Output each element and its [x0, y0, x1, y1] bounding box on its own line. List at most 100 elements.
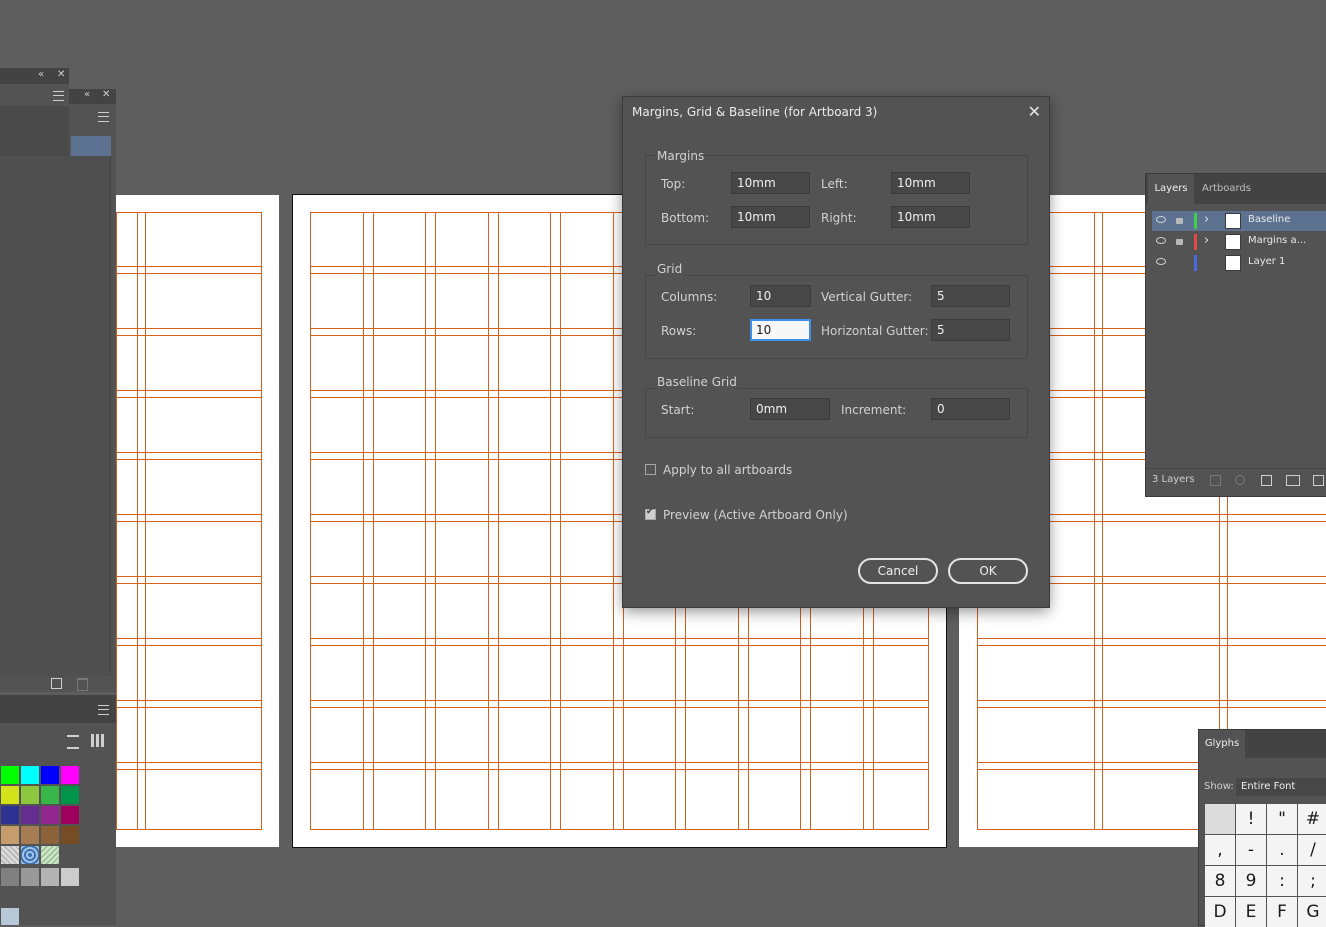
dialog-close-icon[interactable]: ✕ [1028, 102, 1041, 121]
glyph-cell[interactable]: F [1267, 897, 1297, 927]
swatch[interactable] [61, 826, 79, 844]
swatch[interactable] [41, 868, 59, 886]
new-layer-icon[interactable] [1313, 475, 1324, 486]
swatch[interactable] [61, 766, 79, 784]
left-panel-body [0, 156, 116, 692]
swatch[interactable] [61, 806, 79, 824]
list-icon[interactable] [67, 735, 79, 749]
visibility-eye-icon[interactable] [1156, 258, 1166, 265]
layer-name: Margins a... [1248, 235, 1307, 246]
swatch[interactable] [61, 786, 79, 804]
lock-icon[interactable] [1176, 239, 1183, 245]
apply-all-artboards-label[interactable]: Apply to all artboards [663, 463, 792, 477]
layer-name: Layer 1 [1248, 256, 1286, 267]
left-margin-input[interactable]: 10mm [891, 172, 970, 194]
layer-thumbnail [1225, 213, 1241, 229]
swatch[interactable] [41, 786, 59, 804]
swatch[interactable] [41, 806, 59, 824]
glyph-cell[interactable]: G [1298, 897, 1326, 927]
glyph-cell[interactable]: 9 [1236, 866, 1266, 896]
export-icon[interactable] [1210, 475, 1221, 486]
baseline-start-input[interactable]: 0mm [750, 398, 830, 420]
glyph-cell[interactable]: " [1267, 804, 1297, 834]
lock-icon[interactable] [1176, 218, 1183, 224]
swatch-light-blue[interactable] [1, 908, 19, 925]
trash-icon[interactable] [77, 678, 88, 691]
apply-all-artboards-checkbox[interactable] [645, 464, 656, 475]
layer-row[interactable]: › Baseline [1152, 211, 1326, 231]
glyph-cell[interactable]: : [1267, 866, 1297, 896]
collapse-icon[interactable]: « [84, 89, 90, 100]
layer-row[interactable]: Layer 1 [1152, 253, 1326, 273]
swatch[interactable] [21, 846, 39, 864]
top-margin-input[interactable]: 10mm [731, 172, 810, 194]
glyph-cell[interactable]: - [1236, 835, 1266, 865]
glyph-cell[interactable] [1205, 804, 1235, 834]
preview-label[interactable]: Preview (Active Artboard Only) [663, 508, 848, 522]
left-panel-1 [0, 84, 69, 156]
swatch[interactable] [41, 846, 59, 864]
cancel-button[interactable]: Cancel [858, 558, 938, 584]
swatch[interactable] [1, 846, 19, 864]
search-icon[interactable] [1235, 475, 1245, 485]
glyph-cell[interactable]: E [1236, 897, 1266, 927]
swatch[interactable] [21, 766, 39, 784]
bottom-margin-input[interactable]: 10mm [731, 206, 810, 228]
glyph-cell[interactable]: ; [1298, 866, 1326, 896]
visibility-eye-icon[interactable] [1156, 216, 1166, 223]
swatch[interactable] [1, 786, 19, 804]
visibility-eye-icon[interactable] [1156, 237, 1166, 244]
rows-input[interactable]: 10 [750, 319, 811, 341]
left-label: Left: [821, 177, 848, 191]
swatch[interactable] [1, 826, 19, 844]
swatch[interactable] [21, 826, 39, 844]
show-select[interactable]: Entire Font [1236, 778, 1326, 796]
swatch[interactable] [21, 786, 39, 804]
artboard-left [116, 195, 279, 847]
glyph-cell[interactable]: D [1205, 897, 1235, 927]
swatch[interactable] [1, 806, 19, 824]
expand-chevron-icon[interactable]: › [1204, 212, 1209, 227]
rows-label: Rows: [661, 324, 697, 338]
glyph-cell[interactable]: ! [1236, 804, 1266, 834]
swatch[interactable] [1, 868, 19, 886]
horizontal-gutter-input[interactable]: 5 [931, 319, 1010, 341]
glyph-cell[interactable]: / [1298, 835, 1326, 865]
artboard-left-guides [116, 212, 262, 830]
swatch[interactable] [21, 868, 39, 886]
panel-menu-icon[interactable] [53, 91, 64, 101]
columns-input[interactable]: 10 [750, 285, 811, 307]
ok-button[interactable]: OK [948, 558, 1028, 584]
new-icon[interactable] [51, 678, 62, 689]
close-icon[interactable]: ✕ [57, 69, 65, 80]
layer-row[interactable]: › Margins a... [1152, 232, 1326, 252]
close-icon[interactable]: ✕ [102, 89, 110, 100]
right-margin-input[interactable]: 10mm [891, 206, 970, 228]
preview-checkbox[interactable] [645, 507, 656, 520]
clip-mask-icon[interactable] [1261, 475, 1272, 486]
tab-layers[interactable]: Layers [1148, 174, 1194, 204]
panel-menu-icon[interactable] [98, 705, 109, 715]
swatch[interactable] [41, 766, 59, 784]
horizontal-gutter-label: Horizontal Gutter: [821, 324, 929, 338]
swatch[interactable] [21, 806, 39, 824]
glyph-cell[interactable]: , [1205, 835, 1235, 865]
glyph-cell[interactable]: # [1298, 804, 1326, 834]
right-label: Right: [821, 211, 857, 225]
expand-chevron-icon[interactable]: › [1204, 233, 1209, 248]
panel-menu-icon[interactable] [98, 112, 109, 122]
collapse-icon[interactable]: « [38, 69, 44, 80]
tab-artboards[interactable]: Artboards [1202, 174, 1251, 204]
glyph-cell[interactable]: . [1267, 835, 1297, 865]
new-sublayer-icon[interactable] [1286, 475, 1300, 486]
baseline-increment-input[interactable]: 0 [931, 398, 1010, 420]
swatch[interactable] [1, 766, 19, 784]
grid-icon[interactable] [91, 734, 104, 747]
tab-glyphs[interactable]: Glyphs [1199, 730, 1245, 758]
lock-toggle[interactable] [1176, 260, 1183, 266]
vertical-gutter-input[interactable]: 5 [931, 285, 1010, 307]
glyph-cell[interactable]: 8 [1205, 866, 1235, 896]
swatch[interactable] [61, 868, 79, 886]
swatch[interactable] [41, 826, 59, 844]
bottom-label: Bottom: [661, 211, 710, 225]
